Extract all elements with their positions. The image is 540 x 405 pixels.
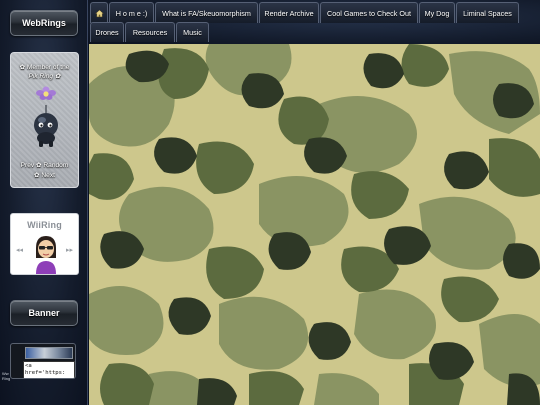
banner-button[interactable]: Banner: [10, 300, 78, 326]
tab-home-icon-button[interactable]: [90, 2, 108, 23]
flower-bullet-icon: ✿: [34, 172, 40, 179]
banner-badge[interactable]: <a href='https:: [10, 343, 76, 379]
pik-ring-nav: Prev ✿ Random: [11, 161, 78, 169]
home-icon: [94, 9, 104, 17]
sidebar: WebRings ✿ Member of the Pik Ring ✿ Prev…: [0, 0, 88, 405]
tab-my-dog[interactable]: My Dog: [419, 2, 455, 23]
flower-separator-icon: ✿: [36, 162, 42, 169]
pik-ring-next-row: ✿ Next: [11, 171, 78, 179]
webrings-label: WebRings: [22, 18, 66, 28]
top-nav: H o m e :) What is FA/Skeuomorphism Rend…: [88, 0, 540, 44]
banner-badge-image: [25, 347, 73, 359]
tab-render-archive[interactable]: Render Archive: [259, 2, 319, 23]
wiiring-next-arrow-icon[interactable]: ▸▸: [66, 246, 73, 254]
pik-ring-next-link[interactable]: Next: [41, 172, 55, 179]
wiiring-prev-arrow-icon[interactable]: ◂◂: [16, 246, 23, 254]
pikmin-icon: [34, 105, 58, 147]
tab-skeuomorphism[interactable]: What is FA/Skeuomorphism: [155, 2, 258, 23]
camo-pattern: [89, 44, 540, 405]
wiiring-title: WiiRing: [27, 220, 62, 230]
camo-background: [89, 44, 540, 405]
tab-cool-games[interactable]: Cool Games to Check Out: [320, 2, 418, 23]
flower-icon: [36, 86, 56, 100]
pik-ring-random-link[interactable]: Random: [43, 162, 68, 169]
pik-ring-line1: ✿ Member of the: [19, 64, 70, 71]
banner-code-box[interactable]: <a href='https:: [23, 361, 75, 378]
webrings-button[interactable]: WebRings: [10, 10, 78, 36]
pik-ring-line2: Pik Ring ✿: [28, 73, 61, 80]
tab-liminal-spaces[interactable]: Liminal Spaces: [456, 2, 519, 23]
tab-music[interactable]: Music: [176, 22, 209, 42]
tab-home[interactable]: H o m e :): [109, 2, 154, 23]
pik-ring-prev-link[interactable]: Prev: [21, 162, 35, 169]
banner-label: Banner: [28, 308, 60, 318]
pik-ring-widget: ✿ Member of the Pik Ring ✿ Prev ✿ Random…: [10, 52, 79, 188]
tab-drones[interactable]: Drones: [90, 22, 124, 42]
wiiring-widget[interactable]: WiiRing ◂◂ ▸▸: [10, 213, 79, 275]
mii-icon: [36, 236, 56, 274]
tiny-ring-text: Ww Ring: [2, 371, 11, 381]
tab-resources[interactable]: Resources: [125, 22, 175, 42]
